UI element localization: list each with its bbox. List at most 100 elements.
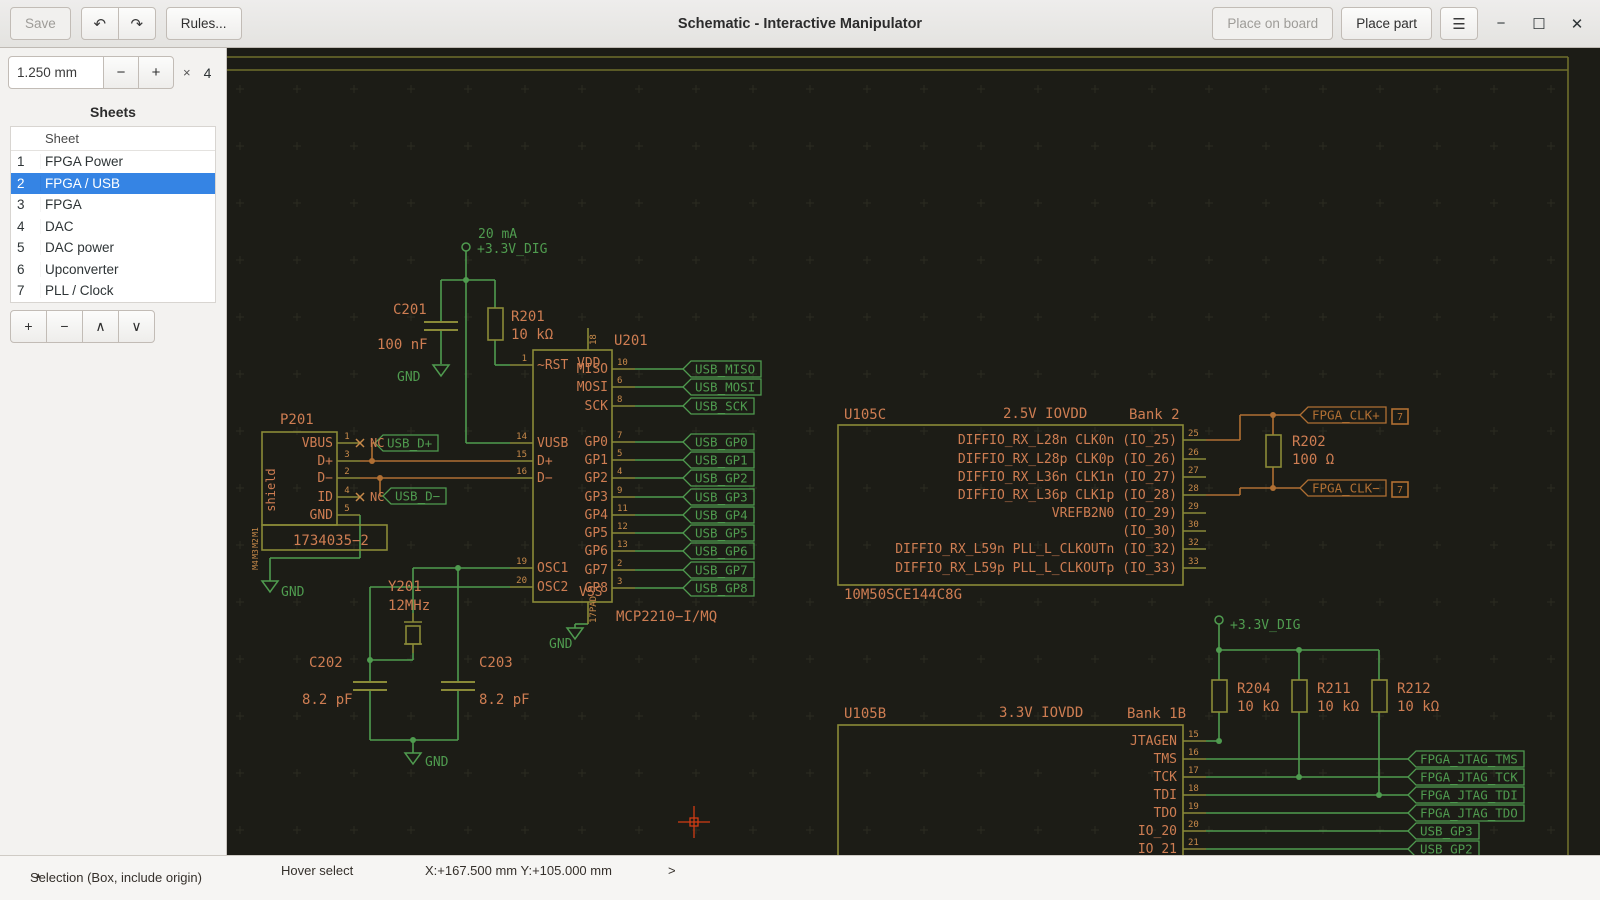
schematic-label[interactable]: TDI — [1154, 788, 1177, 803]
schematic-label[interactable]: GND — [310, 508, 334, 523]
schematic-label[interactable]: 10M50SCE144C8G — [844, 587, 962, 603]
net-flag-label[interactable]: USB_GP4 — [695, 508, 748, 523]
grid-increase-button[interactable]: + — [138, 56, 174, 89]
schematic-label[interactable]: 5 — [617, 449, 622, 459]
schematic-label[interactable]: 7 — [1397, 412, 1403, 423]
net-flag-label[interactable]: USB_GP8 — [695, 581, 748, 596]
schematic-label[interactable]: D− — [537, 471, 553, 486]
add-sheet-button[interactable]: + — [10, 310, 47, 343]
junction-dot[interactable] — [455, 565, 461, 571]
schematic-label[interactable]: 12 — [617, 522, 628, 532]
junction-dot[interactable] — [1296, 647, 1302, 653]
net-flag-label[interactable]: FPGA_JTAG_TDO — [1420, 806, 1518, 821]
net-flag-label[interactable]: USB_GP1 — [695, 453, 748, 468]
schematic-label[interactable]: 19 — [1188, 802, 1199, 812]
junction-dot[interactable] — [369, 458, 375, 464]
schematic-label[interactable]: GP0 — [585, 435, 608, 450]
schematic-label[interactable]: GP2 — [585, 471, 608, 486]
schematic-label[interactable]: 4 — [617, 467, 622, 477]
schematic-label[interactable]: VREFB2N0 (IO_29) — [1052, 506, 1177, 521]
net-flag-label[interactable]: FPGA_CLK− — [1312, 481, 1380, 496]
schematic-label[interactable]: 18 — [589, 334, 599, 345]
schematic-label[interactable]: OSC1 — [537, 561, 568, 576]
schematic-label[interactable]: 7 — [617, 431, 622, 441]
schematic-label[interactable]: 100 Ω — [1292, 452, 1334, 468]
schematic-label[interactable]: VBUS — [302, 436, 333, 451]
net-flag-label[interactable]: USB_GP0 — [695, 435, 748, 450]
place-part-button[interactable]: Place part — [1341, 7, 1432, 40]
junction-dot[interactable] — [1270, 485, 1276, 491]
schematic-label[interactable]: NC — [370, 490, 384, 504]
schematic-label[interactable]: ID — [317, 490, 333, 505]
schematic-label[interactable]: U105C — [844, 407, 886, 423]
minimize-button[interactable]: − — [1486, 9, 1516, 39]
place-on-board-button[interactable]: Place on board — [1212, 7, 1333, 40]
schematic-label[interactable]: 12MHz — [388, 598, 430, 614]
net-flag-label[interactable]: USB_GP3 — [1420, 824, 1473, 839]
schematic-label[interactable]: +3.3V_DIG — [477, 242, 548, 257]
net-flag-label[interactable]: FPGA_JTAG_TDI — [1420, 788, 1518, 803]
schematic-label[interactable]: 9 — [617, 486, 622, 496]
schematic-label[interactable]: 33 — [1188, 557, 1199, 567]
schematic-label[interactable]: 16 — [516, 467, 527, 477]
schematic-label[interactable]: R202 — [1292, 434, 1326, 450]
net-flag-label[interactable]: USB_GP2 — [695, 471, 748, 486]
schematic-label[interactable]: R212 — [1397, 681, 1431, 697]
junction-dot[interactable] — [1216, 738, 1222, 744]
schematic-label[interactable]: 15 — [516, 450, 527, 460]
sheet-row[interactable]: 5DAC power — [11, 237, 215, 259]
schematic-label[interactable]: shield — [264, 468, 278, 511]
schematic-label[interactable]: 6 — [617, 376, 622, 386]
sheet-row[interactable]: 6Upconverter — [11, 259, 215, 281]
junction-dot[interactable] — [410, 737, 416, 743]
save-button[interactable]: Save — [10, 7, 71, 40]
schematic-label[interactable]: 19 — [516, 557, 527, 567]
net-flag-label[interactable]: FPGA_JTAG_TCK — [1420, 770, 1518, 785]
net-flag-label[interactable]: USB_GP2 — [1420, 842, 1473, 856]
net-flag-label[interactable]: USB_SCK — [695, 399, 748, 414]
schematic-label[interactable]: 28 — [1188, 484, 1199, 494]
remove-sheet-button[interactable]: − — [46, 310, 83, 343]
schematic-label[interactable]: VUSB — [537, 436, 568, 451]
junction-dot[interactable] — [1270, 412, 1276, 418]
schematic-label[interactable]: 2.5V IOVDD — [1003, 406, 1087, 422]
schematic-label[interactable]: 11 — [617, 504, 628, 514]
schematic-label[interactable]: GND — [425, 755, 449, 770]
grid-spacing-input[interactable] — [8, 56, 104, 89]
junction-dot[interactable] — [463, 277, 469, 283]
schematic-label[interactable]: GP5 — [585, 526, 608, 541]
move-sheet-down-button[interactable]: ∨ — [118, 310, 155, 343]
rules-button[interactable]: Rules... — [166, 7, 242, 40]
schematic-label[interactable]: 7 — [1397, 485, 1403, 496]
schematic-label[interactable]: ~RST — [537, 358, 568, 373]
schematic-label[interactable]: OSC2 — [537, 580, 568, 595]
schematic-label[interactable]: 21 — [1188, 838, 1199, 848]
net-flag-label[interactable]: FPGA_JTAG_TMS — [1420, 752, 1518, 767]
schematic-label[interactable]: 25 — [1188, 429, 1199, 439]
schematic-label[interactable]: 2 — [344, 467, 349, 477]
schematic-label[interactable]: 3 — [344, 450, 349, 460]
schematic-label[interactable]: 26 — [1188, 448, 1199, 458]
schematic-label[interactable]: IO_20 — [1138, 824, 1177, 839]
sheet-row[interactable]: 4DAC — [11, 216, 215, 238]
schematic-label[interactable]: 20 mA — [478, 227, 517, 242]
schematic-label[interactable]: MCP2210−I/MQ — [616, 609, 717, 625]
schematic-label[interactable]: R201 — [511, 309, 545, 325]
schematic-label[interactable]: D+ — [537, 454, 553, 469]
schematic-label[interactable]: GP7 — [585, 563, 608, 578]
schematic-label[interactable]: GND — [549, 637, 573, 652]
grid-multiplier-value[interactable]: 4 — [204, 65, 212, 81]
junction-dot[interactable] — [1216, 647, 1222, 653]
schematic-label[interactable]: +3.3V_DIG — [1230, 618, 1301, 633]
schematic-label[interactable]: DIFFIO_RX_L59n PLL_L_CLKOUTn (IO_32) — [895, 542, 1177, 557]
junction-dot[interactable] — [377, 475, 383, 481]
schematic-label[interactable]: M2 — [251, 538, 260, 548]
schematic-label[interactable]: 10 kΩ — [1237, 699, 1279, 715]
schematic-label[interactable]: GP1 — [585, 453, 608, 468]
schematic-label[interactable]: 8.2 pF — [479, 692, 530, 708]
move-sheet-up-button[interactable]: ∧ — [82, 310, 119, 343]
schematic-label[interactable]: 17 — [1188, 766, 1199, 776]
schematic-label[interactable]: M3 — [251, 549, 260, 559]
schematic-label[interactable]: 100 nF — [377, 337, 428, 353]
schematic-label[interactable]: P201 — [280, 412, 314, 428]
